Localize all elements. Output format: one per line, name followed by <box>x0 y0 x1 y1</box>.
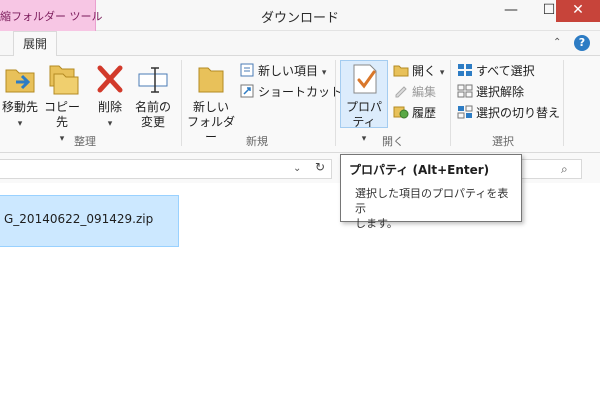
group-label-select: 選択 <box>492 135 514 148</box>
tooltip-body: 選択した項目のプロパティを表示 します。 <box>349 186 513 231</box>
select-all-label: すべて選択 <box>476 64 535 78</box>
delete-button[interactable]: 削除 ▾ <box>92 62 128 132</box>
ribbon-collapse-icon[interactable]: ⌃ <box>553 37 561 48</box>
help-icon[interactable]: ? <box>574 35 590 51</box>
ribbon: 移動先 ▾ コピー先 ▾ 削除 ▾ 名前の 変更 整理 新しい フォルダー 新し… <box>0 56 600 153</box>
select-all-icon <box>458 64 472 76</box>
ribbon-tab-row: 展開 ⌃ ? <box>0 31 600 56</box>
select-none-button[interactable]: 選択解除 <box>457 84 524 100</box>
new-folder-label-line1: 新しい <box>192 100 229 114</box>
edit-button[interactable]: 編集 <box>393 84 436 100</box>
refresh-icon[interactable]: ↻ <box>310 160 330 178</box>
open-folder-icon <box>393 65 409 77</box>
address-bar[interactable] <box>0 159 332 179</box>
invert-selection-icon <box>457 105 473 119</box>
invert-selection-button[interactable]: 選択の切り替え <box>457 105 560 121</box>
delete-caret: ▾ <box>107 119 113 129</box>
new-item-icon <box>240 63 254 77</box>
copy-to-icon <box>49 65 79 95</box>
list-item[interactable]: G_20140622_091429.zip <box>0 195 179 247</box>
open-button[interactable]: 開く ▾ <box>393 63 444 81</box>
shortcut-label: ショートカット <box>258 85 343 99</box>
group-divider <box>450 60 451 146</box>
tooltip-body-line1: 選択した項目のプロパティを表示 <box>355 187 509 215</box>
close-button[interactable]: ✕ <box>556 0 600 22</box>
group-divider <box>335 60 336 146</box>
rename-label-line1: 名前の <box>134 100 171 114</box>
history-button[interactable]: 履歴 <box>393 105 436 121</box>
new-item-label: 新しい項目 <box>258 64 319 78</box>
address-history-dropdown-icon[interactable]: ⌄ <box>293 163 301 174</box>
properties-tooltip: プロパティ (Alt+Enter) 選択した項目のプロパティを表示 します。 <box>340 154 522 230</box>
edit-pencil-icon <box>395 86 407 98</box>
edit-label: 編集 <box>412 85 437 99</box>
title-bar: 縮フォルダー ツール ダウンロード — ☐ ✕ <box>0 0 600 31</box>
copy-to-label: コピー先 <box>43 100 80 129</box>
group-label-organize: 整理 <box>74 135 96 148</box>
delete-label: 削除 <box>97 100 122 114</box>
open-caret: ▾ <box>439 68 445 78</box>
history-label: 履歴 <box>412 106 437 120</box>
shortcut-icon <box>240 84 254 98</box>
file-name: G_20140622_091429.zip <box>4 212 154 226</box>
delete-x-icon <box>97 65 123 93</box>
rename-icon <box>138 67 168 93</box>
new-item-caret: ▾ <box>321 68 327 78</box>
rename-label-line2: 変更 <box>140 115 165 129</box>
tooltip-title: プロパティ (Alt+Enter) <box>349 163 490 177</box>
select-none-icon <box>457 84 473 98</box>
group-divider <box>563 60 564 146</box>
new-folder-icon <box>198 67 224 93</box>
copy-to-caret: ▾ <box>59 134 65 144</box>
group-label-open: 開く <box>382 135 404 148</box>
move-to-button[interactable]: 移動先 ▾ <box>0 62 40 132</box>
invert-selection-label: 選択の切り替え <box>476 106 561 120</box>
rename-button[interactable]: 名前の 変更 <box>131 62 175 130</box>
properties-icon <box>353 64 377 94</box>
minimize-button[interactable]: — <box>490 0 532 22</box>
select-all-button[interactable]: すべて選択 <box>457 63 535 79</box>
properties-button[interactable]: プロパティ ▾ <box>340 62 388 147</box>
new-folder-label-line2: フォルダー <box>186 115 235 144</box>
new-folder-button[interactable]: 新しい フォルダー <box>186 62 236 145</box>
tab-extract[interactable]: 展開 <box>13 31 58 56</box>
search-input[interactable]: ⌕ <box>520 159 582 179</box>
properties-caret: ▾ <box>361 134 367 144</box>
history-icon <box>393 106 409 119</box>
group-divider <box>181 60 182 146</box>
move-to-label: 移動先 <box>1 100 38 114</box>
group-label-new: 新規 <box>246 135 268 148</box>
shortcut-button[interactable]: ショートカット ▾ <box>239 84 350 102</box>
select-none-label: 選択解除 <box>476 85 525 99</box>
move-to-caret: ▾ <box>17 119 23 129</box>
move-to-icon <box>5 69 35 93</box>
tooltip-body-line2: します。 <box>355 217 398 230</box>
search-icon: ⌕ <box>561 162 568 176</box>
open-label: 開く <box>412 64 437 78</box>
new-item-button[interactable]: 新しい項目 ▾ <box>239 63 326 81</box>
properties-label: プロパティ <box>345 100 382 129</box>
